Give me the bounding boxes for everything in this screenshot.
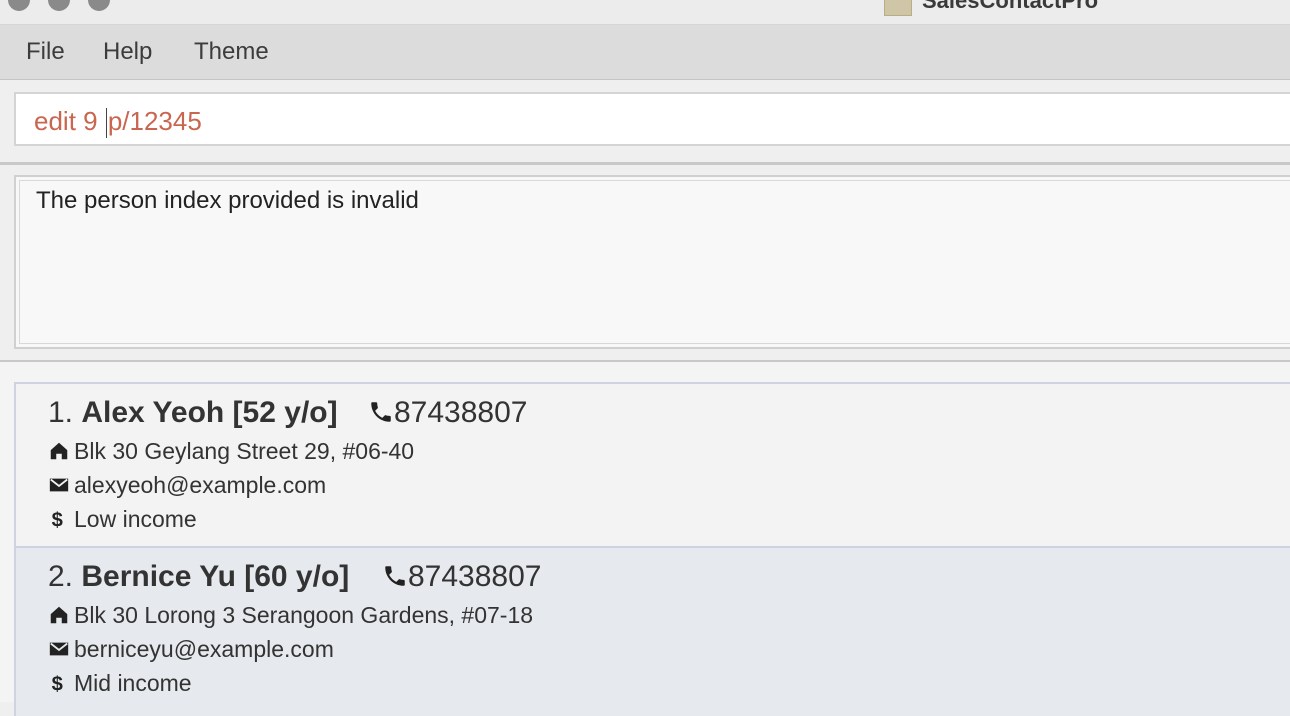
phone-icon: [371, 402, 391, 422]
result-display[interactable]: The person index provided is invalid: [14, 175, 1290, 349]
person-phone-number: 87438807: [408, 560, 542, 593]
person-address: Blk 30 Lorong 3 Serangoon Gardens, #07-1…: [48, 602, 533, 629]
phone-icon: [385, 566, 405, 586]
person-index: 1.: [48, 396, 74, 429]
home-icon: [50, 606, 68, 624]
person-income-text: Low income: [74, 506, 197, 532]
text-caret: [105, 108, 107, 139]
close-window-button[interactable]: [8, 0, 30, 11]
person-phone-number: 87438807: [394, 396, 528, 429]
person-email: alexyeoh@example.com: [48, 472, 326, 499]
title-bar: SalesContactPro: [0, 0, 1290, 25]
document-icon: [884, 0, 912, 17]
person-phone: 87438807: [368, 396, 527, 430]
person-email-text: berniceyu@example.com: [74, 636, 334, 662]
person-income: $ Mid income: [48, 670, 192, 697]
command-input-text: edit 9 p/12345: [34, 94, 202, 148]
person-card[interactable]: 1. Alex Yeoh [52 y/o] 87438807 Blk 30 Ge…: [14, 382, 1290, 546]
result-message: The person index provided is invalid: [36, 187, 419, 214]
person-name-text: Bernice Yu [60 y/o]: [81, 560, 350, 593]
person-name-text: Alex Yeoh [52 y/o]: [81, 396, 338, 429]
person-card[interactable]: 2. Bernice Yu [60 y/o] 87438807 Blk 30 L…: [14, 546, 1290, 716]
mail-icon: [49, 478, 69, 492]
person-address: Blk 30 Geylang Street 29, #06-40: [48, 438, 414, 465]
person-name: 1. Alex Yeoh [52 y/o]: [48, 396, 338, 430]
zoom-window-button[interactable]: [88, 0, 110, 11]
window-title: SalesContactPro: [884, 0, 1098, 17]
person-index: 2.: [48, 560, 74, 593]
person-name: 2. Bernice Yu [60 y/o]: [48, 560, 349, 594]
menu-theme[interactable]: Theme: [194, 25, 269, 79]
dollar-icon: $: [52, 673, 63, 694]
menu-bar: File Help Theme: [0, 25, 1290, 80]
person-email-text: alexyeoh@example.com: [74, 472, 327, 498]
person-income-text: Mid income: [74, 670, 192, 696]
command-box-panel: edit 9 p/12345: [0, 80, 1290, 165]
mail-icon: [49, 642, 69, 656]
svg-text:$: $: [52, 509, 63, 530]
svg-text:$: $: [52, 673, 63, 694]
person-address-text: Blk 30 Lorong 3 Serangoon Gardens, #07-1…: [74, 602, 534, 628]
command-input[interactable]: edit 9 p/12345: [14, 92, 1290, 146]
menu-help[interactable]: Help: [103, 25, 152, 79]
minimize-window-button[interactable]: [48, 0, 70, 11]
menu-file[interactable]: File: [26, 25, 65, 79]
person-address-text: Blk 30 Geylang Street 29, #06-40: [74, 438, 415, 464]
result-display-panel: The person index provided is invalid: [0, 165, 1290, 363]
dollar-icon: $: [52, 509, 63, 530]
person-email: berniceyu@example.com: [48, 636, 334, 663]
home-icon: [50, 442, 68, 460]
person-phone: 87438807: [382, 560, 541, 594]
person-list[interactable]: 1. Alex Yeoh [52 y/o] 87438807 Blk 30 Ge…: [0, 362, 1290, 716]
person-income: $ Low income: [48, 506, 197, 533]
